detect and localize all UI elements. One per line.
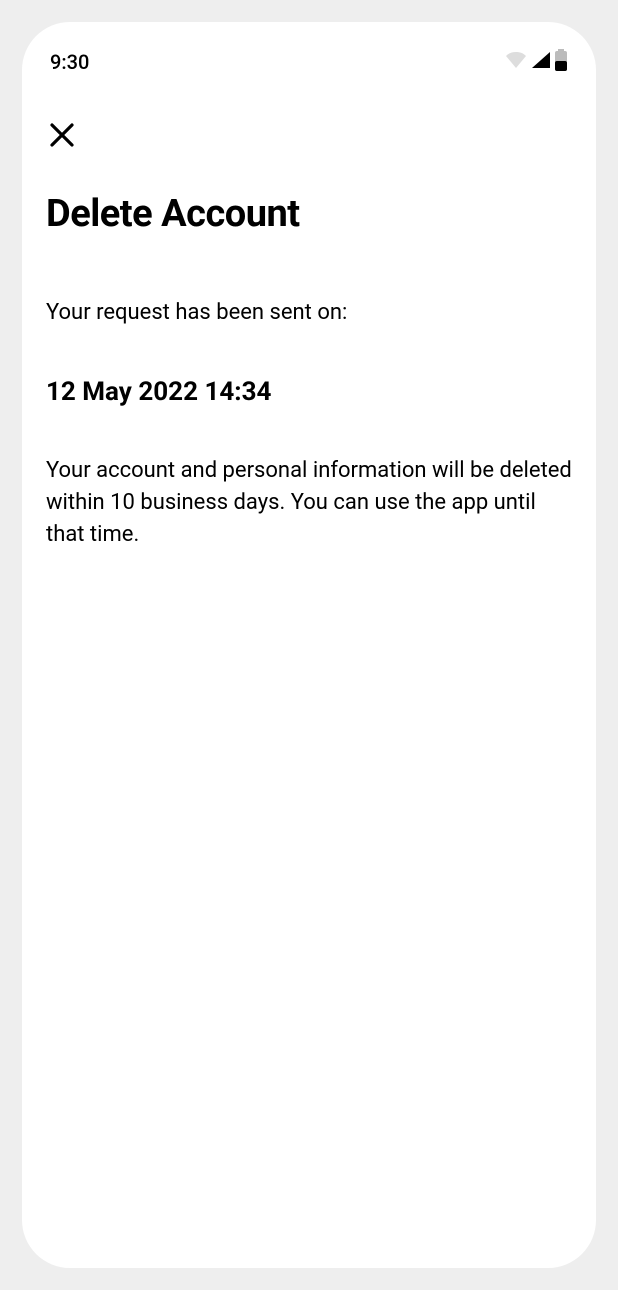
status-bar: 9:30 <box>42 40 576 84</box>
wifi-icon <box>504 50 528 74</box>
cellular-icon <box>530 50 552 74</box>
intro-text: Your request has been sent on: <box>46 298 572 329</box>
device-frame: 9:30 <box>22 22 596 1268</box>
status-time: 9:30 <box>50 50 89 74</box>
close-icon <box>49 122 75 151</box>
page-title: Delete Account <box>46 192 572 236</box>
close-button[interactable] <box>46 120 78 152</box>
body-text: Your account and personal information wi… <box>46 455 572 551</box>
request-datetime: 12 May 2022 14:34 <box>46 377 572 407</box>
header-row <box>42 84 576 152</box>
battery-icon <box>554 49 568 75</box>
content: Delete Account Your request has been sen… <box>42 152 576 550</box>
status-icons <box>504 49 568 75</box>
